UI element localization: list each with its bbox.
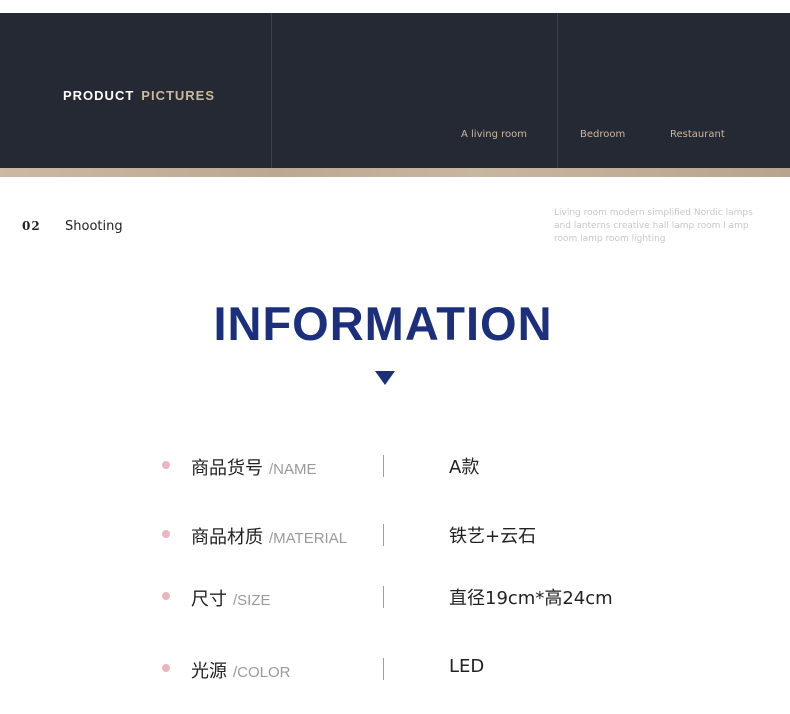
down-triangle-icon xyxy=(375,371,395,385)
bullet-dot-icon xyxy=(162,664,170,672)
row-separator xyxy=(383,658,384,680)
info-label-en: /SIZE xyxy=(233,592,271,609)
section-label: Shooting xyxy=(65,219,123,234)
info-label-cn: 商品材质 xyxy=(191,527,263,548)
info-label: 商品材质/MATERIAL xyxy=(191,523,347,549)
floor-strip xyxy=(0,168,790,177)
banner-divider xyxy=(557,13,558,168)
info-title: INFORMATION xyxy=(213,297,553,350)
info-label-en: /MATERIAL xyxy=(269,530,348,547)
info-label-en: /NAME xyxy=(269,461,317,478)
row-separator xyxy=(383,524,384,546)
nav-living-room[interactable]: A living room xyxy=(461,129,527,140)
info-row-material: 商品材质/MATERIAL 铁艺+云石 xyxy=(0,520,790,550)
info-row-color: 光源/COLOR LED xyxy=(0,654,790,684)
brand-word-product: PRODUCT xyxy=(63,88,135,103)
info-label-cn: 光源 xyxy=(191,661,227,682)
info-label-en: /COLOR xyxy=(233,664,291,681)
info-value: 铁艺+云石 xyxy=(449,526,537,547)
bullet-dot-icon xyxy=(162,530,170,538)
bullet-dot-icon xyxy=(162,592,170,600)
info-label: 尺寸/SIZE xyxy=(191,585,271,611)
info-row-size: 尺寸/SIZE 直径19cm*高24cm xyxy=(0,582,790,612)
info-value: A款 xyxy=(449,457,480,478)
nav-restaurant[interactable]: Restaurant xyxy=(670,129,725,140)
info-value: LED xyxy=(449,656,485,677)
info-value: 直径19cm*高24cm xyxy=(449,588,613,609)
nav-bedroom[interactable]: Bedroom xyxy=(580,129,625,140)
brand-title: PRODUCT PICTURES xyxy=(63,88,215,103)
section-description: Living room modern simplified Nordic lam… xyxy=(554,208,753,244)
row-separator xyxy=(383,455,384,477)
info-label: 商品货号/NAME xyxy=(191,454,317,480)
banner-divider xyxy=(271,13,272,168)
row-separator xyxy=(383,586,384,608)
info-row-name: 商品货号/NAME A款 xyxy=(0,451,790,481)
section-number: 02 xyxy=(22,219,41,233)
brand-word-pictures: PICTURES xyxy=(141,88,216,103)
info-label: 光源/COLOR xyxy=(191,657,291,683)
info-label-cn: 商品货号 xyxy=(191,458,263,479)
bullet-dot-icon xyxy=(162,461,170,469)
info-label-cn: 尺寸 xyxy=(191,589,227,610)
